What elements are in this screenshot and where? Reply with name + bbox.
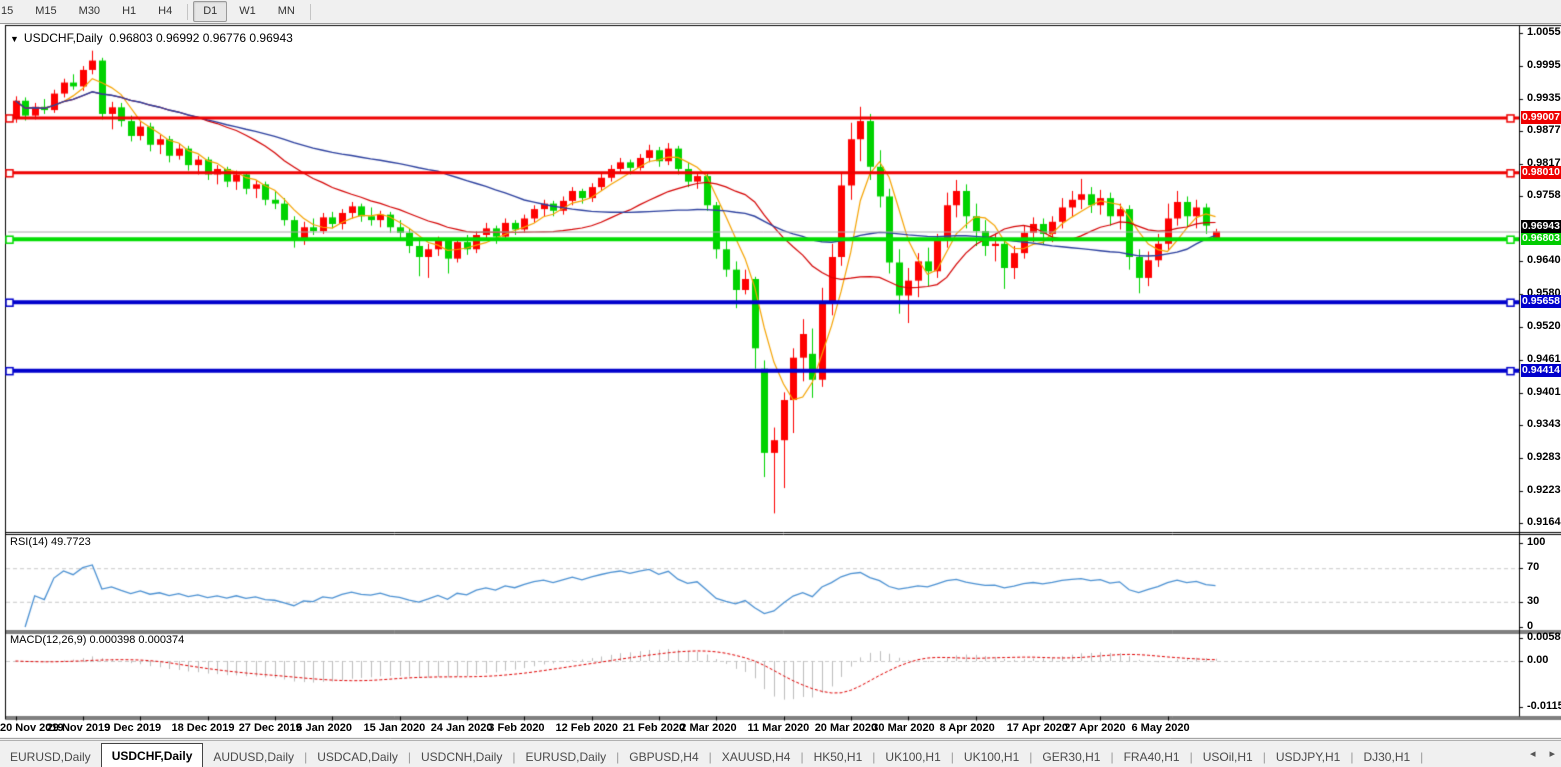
- price-axis-label: 0.92230: [1527, 484, 1561, 496]
- tab-scroll-left-icon[interactable]: ◂: [1530, 747, 1536, 760]
- date-axis-label: 24 Jan 2020: [431, 722, 493, 734]
- chart-ohlc-values: 0.96803 0.96992 0.96776 0.96943: [109, 31, 293, 45]
- symbol-tab-uk100-h1[interactable]: UK100,H1: [954, 746, 1029, 767]
- date-axis-label: 30 Mar 2020: [872, 722, 934, 734]
- price-axis-label: 0.99955: [1527, 59, 1561, 71]
- price-axis-label: 0.93430: [1527, 418, 1561, 430]
- price-axis-label: 0.91645: [1527, 516, 1561, 528]
- date-axis-label: 29 Nov 2019: [47, 722, 111, 734]
- date-axis-label: 3 Feb 2020: [488, 722, 544, 734]
- timeframe-button-h4[interactable]: H4: [148, 1, 182, 22]
- symbol-tab-bar: EURUSD,DailyUSDCHF,DailyAUDUSD,Daily|USD…: [0, 740, 1561, 767]
- toolbar-separator: [187, 4, 188, 20]
- timeframe-button-d1[interactable]: D1: [193, 1, 227, 22]
- chart-title: ▼ USDCHF,Daily 0.96803 0.96992 0.96776 0.…: [10, 31, 293, 45]
- tab-scroll-right-icon[interactable]: ▸: [1549, 747, 1555, 760]
- chart-symbol-label: USDCHF,Daily: [24, 31, 103, 45]
- symbol-tab-hk50-h1[interactable]: HK50,H1: [804, 746, 873, 767]
- chart-window: ▼ USDCHF,Daily 0.96803 0.96992 0.96776 0.…: [0, 24, 1561, 740]
- symbol-tab-usdcad-daily[interactable]: USDCAD,Daily: [307, 746, 408, 767]
- symbol-tab-usoil-h1[interactable]: USOil,H1: [1193, 746, 1263, 767]
- current-price-tag: 0.96943: [1521, 220, 1561, 233]
- price-axis-label: 0.97585: [1527, 189, 1561, 201]
- timeframe-button-mn[interactable]: MN: [268, 1, 305, 22]
- price-line-tag: 0.95658: [1521, 295, 1561, 308]
- date-axis-label: 9 Dec 2019: [104, 722, 161, 734]
- price-axis-label: 0.99355: [1527, 92, 1561, 104]
- tab-scroll-arrows: ◂ ▸: [1530, 747, 1555, 760]
- date-axis-label: 15 Jan 2020: [364, 722, 426, 734]
- date-axis-label: 12 Feb 2020: [556, 722, 618, 734]
- date-axis-label: 8 Apr 2020: [940, 722, 995, 734]
- symbol-tab-dj30-h1[interactable]: DJ30,H1: [1353, 746, 1420, 767]
- toolbar-separator: [310, 4, 311, 20]
- timeframe-button-m15[interactable]: M15: [25, 1, 66, 22]
- price-line-tag: 0.99007: [1521, 111, 1561, 124]
- macd-indicator-label: MACD(12,26,9) 0.000398 0.000374: [10, 634, 184, 646]
- price-axis-label: 0.92830: [1527, 451, 1561, 463]
- timeframe-button-m30[interactable]: M30: [69, 1, 110, 22]
- date-axis-label: 27 Apr 2020: [1064, 722, 1125, 734]
- rsi-axis-label: 70: [1527, 561, 1539, 573]
- symbol-tab-eurusd-daily[interactable]: EURUSD,Daily: [515, 746, 616, 767]
- timeframe-button-w1[interactable]: W1: [229, 1, 266, 22]
- macd-axis-label: 0.00: [1527, 654, 1548, 666]
- price-axis-label: 0.94015: [1527, 386, 1561, 398]
- symbol-tab-usdchf-daily[interactable]: USDCHF,Daily: [101, 743, 204, 767]
- price-line-tag: 0.96803: [1521, 232, 1561, 245]
- symbol-tab-eurusd-daily[interactable]: EURUSD,Daily: [0, 746, 101, 767]
- timeframe-toolbar: 15M15M30H1H4 D1W1MN: [0, 0, 1561, 24]
- price-axis-label: 0.96400: [1527, 254, 1561, 266]
- rsi-indicator-label: RSI(14) 49.7723: [10, 536, 91, 548]
- timeframe-button-15[interactable]: 15: [0, 1, 23, 22]
- chart-canvas[interactable]: [0, 24, 1561, 740]
- macd-axis-label: -0.011514: [1527, 700, 1561, 712]
- price-axis-label: 1.00555: [1527, 26, 1561, 38]
- date-axis-label: 18 Dec 2019: [172, 722, 235, 734]
- date-axis-label: 11 Mar 2020: [748, 722, 810, 734]
- symbol-tab-gbpusd-h4[interactable]: GBPUSD,H4: [619, 746, 708, 767]
- price-axis-label: 0.95200: [1527, 320, 1561, 332]
- macd-axis-label: 0.005818: [1527, 631, 1561, 643]
- date-axis-label: 6 Jan 2020: [296, 722, 352, 734]
- date-axis-label: 6 May 2020: [1132, 722, 1190, 734]
- trading-terminal: 15M15M30H1H4 D1W1MN ▼ USDCHF,Daily 0.96803…: [0, 0, 1561, 767]
- symbol-tab-ger30-h1[interactable]: GER30,H1: [1032, 746, 1110, 767]
- rsi-axis-label: 30: [1527, 595, 1539, 607]
- symbol-tab-usdjpy-h1[interactable]: USDJPY,H1: [1266, 746, 1350, 767]
- date-axis-label: 2 Mar 2020: [680, 722, 736, 734]
- symbol-tab-usdcnh-daily[interactable]: USDCNH,Daily: [411, 746, 512, 767]
- collapse-chart-icon[interactable]: ▼: [10, 34, 19, 44]
- symbol-tab-fra40-h1[interactable]: FRA40,H1: [1114, 746, 1190, 767]
- timeframe-button-h1[interactable]: H1: [112, 1, 146, 22]
- symbol-tab-uk100-h1[interactable]: UK100,H1: [875, 746, 950, 767]
- date-axis-label: 17 Apr 2020: [1007, 722, 1068, 734]
- date-axis-label: 27 Dec 2019: [239, 722, 302, 734]
- tab-separator: |: [1420, 746, 1423, 767]
- symbol-tab-xauusd-h4[interactable]: XAUUSD,H4: [712, 746, 801, 767]
- symbol-tab-audusd-daily[interactable]: AUDUSD,Daily: [203, 746, 304, 767]
- date-axis-label: 20 Mar 2020: [815, 722, 877, 734]
- rsi-axis-label: 100: [1527, 536, 1545, 548]
- date-axis-label: 21 Feb 2020: [623, 722, 685, 734]
- price-axis-label: 0.98770: [1527, 124, 1561, 136]
- price-line-tag: 0.94414: [1521, 364, 1561, 377]
- price-line-tag: 0.98010: [1521, 166, 1561, 179]
